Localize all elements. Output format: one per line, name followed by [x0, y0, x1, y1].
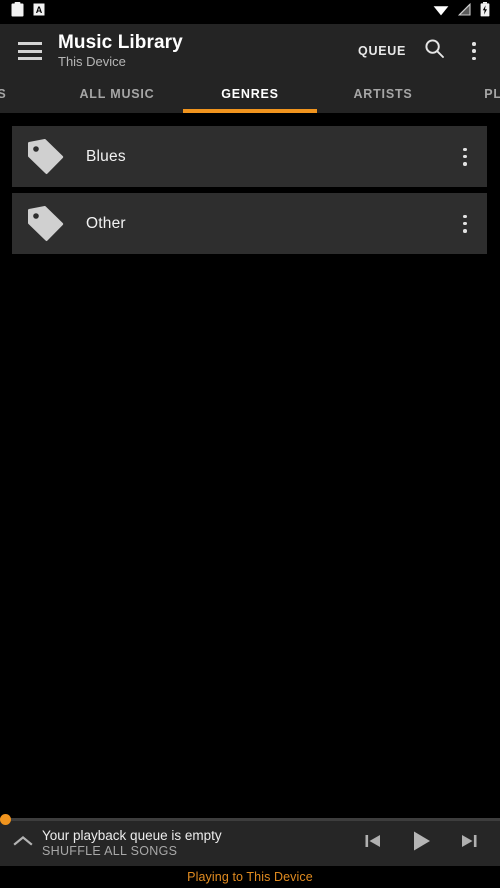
shuffle-all-songs-label: SHUFFLE ALL SONGS — [42, 844, 178, 858]
app-screen: A Music Library This Device QUEUE S ALL … — [0, 0, 500, 888]
more-vertical-icon — [463, 147, 467, 166]
status-bar-right-icons — [433, 2, 500, 22]
cast-status-bar: Playing to This Device — [0, 866, 500, 888]
app-bar-titles: Music Library This Device — [58, 32, 350, 70]
tab-strip: S ALL MUSIC GENRES ARTISTS PL — [0, 78, 500, 113]
more-vertical-icon — [472, 42, 476, 60]
genre-list: Blues Other — [0, 113, 500, 254]
app-bar: Music Library This Device QUEUE — [0, 24, 500, 78]
search-button[interactable] — [414, 31, 454, 71]
tag-icon — [18, 138, 74, 176]
mini-player: Your playback queue is empty SHUFFLE ALL… — [0, 814, 500, 866]
mini-player-body: Your playback queue is empty SHUFFLE ALL… — [0, 821, 500, 866]
tag-icon — [18, 205, 74, 243]
overflow-menu-button[interactable] — [454, 31, 494, 71]
page-title: Music Library — [58, 32, 183, 53]
list-item[interactable]: Blues — [12, 126, 487, 187]
clipboard-icon — [11, 2, 24, 22]
genre-name: Blues — [86, 147, 126, 165]
genre-name: Other — [86, 214, 126, 232]
transport-controls — [354, 822, 500, 866]
list-item-overflow-button[interactable] — [443, 193, 487, 254]
skip-previous-icon — [362, 830, 384, 857]
play-button[interactable] — [402, 822, 440, 866]
chevron-up-icon — [13, 834, 33, 853]
queue-status-text: Your playback queue is empty — [42, 828, 222, 843]
tab-artists[interactable]: ARTISTS — [318, 78, 448, 109]
cellular-no-signal-icon — [457, 2, 471, 21]
tab-playlists-partial[interactable]: PL — [472, 78, 500, 109]
expand-player-button[interactable] — [0, 821, 42, 866]
wifi-icon — [433, 3, 449, 21]
battery-charging-icon — [480, 2, 490, 22]
queue-button[interactable]: QUEUE — [350, 36, 414, 66]
status-bar-left-icons: A — [0, 2, 45, 22]
previous-button[interactable] — [354, 822, 392, 866]
hamburger-menu-icon[interactable] — [18, 42, 42, 60]
status-bar: A — [0, 0, 500, 24]
more-vertical-icon — [463, 214, 467, 233]
svg-text:A: A — [36, 5, 43, 15]
cast-status-text[interactable]: Playing to This Device — [187, 870, 313, 884]
tab-songs-partial[interactable]: S — [0, 78, 18, 109]
search-icon — [424, 38, 445, 64]
tab-bar: S ALL MUSIC GENRES ARTISTS PL — [0, 78, 500, 113]
app-bar-actions: QUEUE — [350, 31, 500, 71]
page-subtitle: This Device — [58, 54, 126, 69]
active-tab-indicator — [183, 109, 317, 113]
skip-next-icon — [458, 830, 480, 857]
tab-genres[interactable]: GENRES — [183, 78, 317, 109]
letter-a-badge-icon: A — [33, 3, 45, 21]
mini-player-text[interactable]: Your playback queue is empty SHUFFLE ALL… — [42, 828, 354, 859]
list-item[interactable]: Other — [12, 193, 487, 254]
tab-all-music[interactable]: ALL MUSIC — [52, 78, 182, 109]
content-area: Blues Other — [0, 113, 500, 818]
play-icon — [407, 827, 435, 860]
list-item-overflow-button[interactable] — [443, 126, 487, 187]
next-button[interactable] — [450, 822, 488, 866]
